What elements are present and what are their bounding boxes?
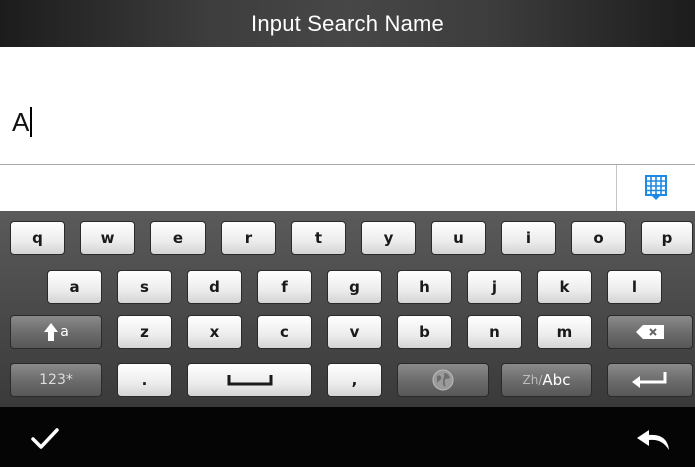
key-w[interactable]: w: [80, 221, 135, 255]
key-j[interactable]: j: [467, 270, 522, 304]
key-d[interactable]: d: [187, 270, 242, 304]
key-q[interactable]: q: [10, 221, 65, 255]
language-prefix: Zh/: [522, 373, 543, 387]
confirm-button[interactable]: [20, 417, 70, 461]
key-u[interactable]: u: [431, 221, 486, 255]
key-a[interactable]: a: [47, 270, 102, 304]
keyboard-layout-button[interactable]: [617, 165, 695, 211]
space-key[interactable]: [187, 363, 312, 397]
key-z[interactable]: z: [117, 315, 172, 349]
key-e[interactable]: e: [150, 221, 206, 255]
key-y[interactable]: y: [361, 221, 416, 255]
shift-key-label: a: [60, 324, 69, 340]
key-x[interactable]: x: [187, 315, 242, 349]
key-p[interactable]: p: [641, 221, 693, 255]
back-button[interactable]: [628, 417, 678, 461]
comma-key[interactable]: ,: [327, 363, 382, 397]
back-arrow-icon: [637, 430, 669, 450]
shift-key[interactable]: a: [10, 315, 102, 349]
on-screen-keyboard: q w e r t y u i o p a s d f g h j k l a …: [0, 211, 695, 407]
key-k[interactable]: k: [537, 270, 592, 304]
key-o[interactable]: o: [571, 221, 626, 255]
enter-arrow-icon: [632, 372, 667, 388]
key-r[interactable]: r: [221, 221, 276, 255]
candidate-field[interactable]: [0, 165, 616, 211]
globe-key[interactable]: [397, 363, 489, 397]
globe-icon: [432, 369, 454, 391]
key-s[interactable]: s: [117, 270, 172, 304]
key-c[interactable]: c: [257, 315, 312, 349]
language-switch-key[interactable]: Zh/Abc: [501, 363, 592, 397]
input-text-line: A: [12, 107, 33, 137]
period-key[interactable]: .: [117, 363, 172, 397]
backspace-icon: [636, 325, 664, 339]
grid-keyboard-icon: [645, 175, 667, 200]
shift-arrow-icon: [44, 323, 59, 341]
key-l[interactable]: l: [607, 270, 662, 304]
bottom-action-bar: [0, 407, 695, 467]
search-name-input[interactable]: A: [0, 47, 695, 164]
enter-key[interactable]: [607, 363, 693, 397]
space-bar-icon: [227, 375, 272, 386]
key-v[interactable]: v: [327, 315, 382, 349]
backspace-key[interactable]: [607, 315, 693, 349]
candidate-bar: [0, 164, 695, 211]
key-n[interactable]: n: [467, 315, 522, 349]
key-t[interactable]: t: [291, 221, 346, 255]
key-b[interactable]: b: [397, 315, 452, 349]
checkmark-icon: [31, 428, 59, 449]
key-f[interactable]: f: [257, 270, 312, 304]
page-title: Input Search Name: [251, 10, 444, 36]
title-bar: Input Search Name: [0, 0, 695, 47]
key-g[interactable]: g: [327, 270, 382, 304]
key-m[interactable]: m: [537, 315, 592, 349]
key-i[interactable]: i: [501, 221, 556, 255]
input-value: A: [12, 107, 30, 137]
language-label: Abc: [542, 371, 571, 389]
text-cursor: [30, 107, 33, 137]
key-h[interactable]: h: [397, 270, 452, 304]
numbers-key[interactable]: 123*: [10, 363, 102, 397]
